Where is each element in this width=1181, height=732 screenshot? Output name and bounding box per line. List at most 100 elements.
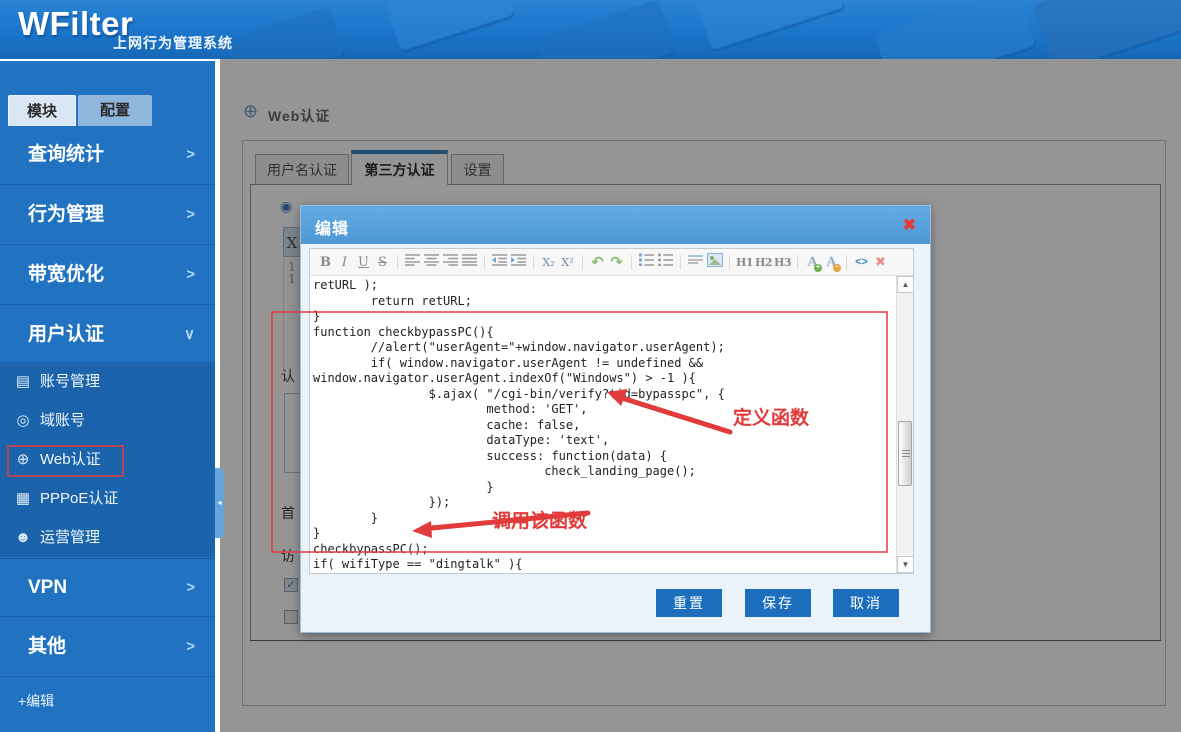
toolbar-separator bbox=[797, 255, 798, 270]
sidebar-item-other[interactable]: 其他 > bbox=[0, 618, 215, 677]
sidebar-item-behavior-mgmt[interactable]: 行为管理 > bbox=[0, 186, 215, 245]
unordered-list-icon[interactable] bbox=[656, 253, 675, 272]
sidebar-edit-link[interactable]: +编辑 bbox=[18, 691, 54, 711]
subscript-icon[interactable]: X₂ bbox=[539, 253, 558, 272]
toolbar-separator bbox=[631, 255, 632, 270]
align-left-icon[interactable] bbox=[403, 253, 422, 272]
chevron-down-icon: ∨ bbox=[184, 306, 195, 364]
remove-format-icon[interactable]: ✖ bbox=[871, 253, 890, 272]
top-banner: WFilter 上网行为管理系统 bbox=[0, 0, 1181, 59]
scrollbar-thumb[interactable] bbox=[898, 421, 912, 486]
align-justify-icon[interactable] bbox=[460, 253, 479, 272]
sidebar-item-account-mgmt[interactable]: ▤ 账号管理 bbox=[0, 362, 215, 401]
keyboard-key-decoration bbox=[225, 6, 345, 59]
scroll-down-icon[interactable]: ▼ bbox=[897, 556, 914, 573]
sidebar-item-domain-account[interactable]: ◎ 域账号 bbox=[0, 401, 215, 440]
sidebar-item-label: 其他 bbox=[28, 636, 66, 657]
plus-badge-icon: + bbox=[814, 264, 822, 272]
toolbar-separator bbox=[484, 255, 485, 270]
sidebar-item-bandwidth[interactable]: 带宽优化 > bbox=[0, 246, 215, 305]
align-center-icon[interactable] bbox=[422, 253, 441, 272]
keyboard-key-decoration bbox=[535, 0, 676, 59]
sidebar-item-vpn[interactable]: VPN > bbox=[0, 558, 215, 617]
close-icon[interactable]: ✖ bbox=[903, 215, 916, 235]
sidebar-item-label: 账号管理 bbox=[40, 373, 100, 390]
sidebar-item-label: 带宽优化 bbox=[28, 264, 104, 285]
scrollbar-grip bbox=[902, 450, 910, 451]
bold-icon[interactable]: B bbox=[316, 253, 335, 272]
italic-icon[interactable]: I bbox=[335, 253, 354, 272]
edit-dialog: 编辑 ✖ B I U S X₂ X² ↶ ↷ bbox=[300, 205, 931, 633]
sidebar-collapse-handle[interactable]: ◂ bbox=[215, 468, 224, 538]
keyboard-key-decoration bbox=[385, 0, 515, 51]
chevron-right-icon: > bbox=[186, 126, 195, 184]
minus-badge-icon: − bbox=[833, 264, 841, 272]
sidebar-submenu: ▤ 账号管理 ◎ 域账号 ⊕ Web认证 ▦ PPPoE认证 ☻ 运营管理 bbox=[0, 362, 215, 557]
align-right-icon[interactable] bbox=[441, 253, 460, 272]
sidebar-tab-config[interactable]: 配置 bbox=[78, 95, 152, 126]
save-button[interactable]: 保存 bbox=[745, 589, 811, 617]
image-icon[interactable] bbox=[705, 253, 724, 272]
sidebar-item-pppoe-auth[interactable]: ▦ PPPoE认证 bbox=[0, 479, 215, 518]
dialog-header[interactable]: 编辑 ✖ bbox=[301, 206, 930, 244]
keyboard-key-decoration bbox=[1033, 0, 1181, 59]
editor-toolbar: B I U S X₂ X² ↶ ↷ bbox=[310, 249, 913, 276]
domain-account-icon: ◎ bbox=[13, 401, 33, 440]
horizontal-rule-icon[interactable] bbox=[686, 253, 705, 272]
sidebar-item-label: 运营管理 bbox=[40, 529, 100, 546]
keyboard-key-decoration bbox=[695, 0, 845, 50]
rich-text-editor: B I U S X₂ X² ↶ ↷ bbox=[309, 248, 914, 574]
reset-button[interactable]: 重置 bbox=[656, 589, 722, 617]
app-subtitle: 上网行为管理系统 bbox=[113, 33, 233, 53]
dialog-title: 编辑 bbox=[315, 215, 349, 239]
code-text: retURL ); return retURL; } function chec… bbox=[310, 276, 896, 573]
sidebar-item-label: PPPoE认证 bbox=[40, 490, 118, 507]
sidebar-tab-module[interactable]: 模块 bbox=[8, 95, 76, 126]
font-shrink-icon[interactable]: A− bbox=[822, 253, 841, 272]
globe-icon: ⊕ bbox=[13, 440, 33, 479]
scroll-up-icon[interactable]: ▲ bbox=[897, 276, 914, 293]
code-icon[interactable]: <> bbox=[852, 253, 871, 272]
toolbar-separator bbox=[582, 255, 583, 270]
chevron-right-icon: > bbox=[186, 186, 195, 244]
outdent-icon[interactable] bbox=[490, 253, 509, 272]
toolbar-separator bbox=[533, 255, 534, 270]
h2-icon[interactable]: H2 bbox=[754, 253, 773, 272]
sidebar-item-user-auth[interactable]: 用户认证 ∨ bbox=[0, 306, 215, 365]
sidebar-item-label: Web认证 bbox=[40, 451, 101, 468]
sidebar-item-label: VPN bbox=[28, 577, 67, 598]
toolbar-separator bbox=[846, 255, 847, 270]
sidebar-item-operations[interactable]: ☻ 运营管理 bbox=[0, 518, 215, 557]
operator-icon: ☻ bbox=[13, 518, 33, 557]
chevron-right-icon: > bbox=[186, 618, 195, 676]
indent-icon[interactable] bbox=[509, 253, 528, 272]
underline-icon[interactable]: U bbox=[354, 253, 373, 272]
vertical-scrollbar[interactable]: ▲ ▼ bbox=[896, 276, 913, 573]
cancel-button[interactable]: 取消 bbox=[833, 589, 899, 617]
sidebar-item-web-auth[interactable]: ⊕ Web认证 bbox=[0, 440, 215, 479]
redo-icon[interactable]: ↷ bbox=[607, 253, 626, 272]
sidebar-item-query-stats[interactable]: 查询统计 > bbox=[0, 126, 215, 185]
code-editor-content[interactable]: retURL ); return retURL; } function chec… bbox=[310, 276, 896, 573]
sidebar: 模块 配置 查询统计 > 行为管理 > 带宽优化 > 用户认证 ∨ ▤ 账号管理… bbox=[0, 59, 220, 732]
toolbar-separator bbox=[729, 255, 730, 270]
superscript-icon[interactable]: X² bbox=[558, 253, 577, 272]
sidebar-item-label: 域账号 bbox=[40, 412, 85, 429]
sidebar-item-label: 查询统计 bbox=[28, 144, 104, 165]
doc-check-icon: ▦ bbox=[13, 479, 33, 518]
chevron-right-icon: > bbox=[186, 246, 195, 304]
toolbar-separator bbox=[680, 255, 681, 270]
screen: WFilter 上网行为管理系统 模块 配置 查询统计 > 行为管理 > 带宽优… bbox=[0, 0, 1181, 732]
h1-icon[interactable]: H1 bbox=[735, 253, 754, 272]
undo-icon[interactable]: ↶ bbox=[588, 253, 607, 272]
sidebar-item-label: 行为管理 bbox=[28, 204, 104, 225]
h3-icon[interactable]: H3 bbox=[773, 253, 792, 272]
toolbar-separator bbox=[397, 255, 398, 270]
ordered-list-icon[interactable] bbox=[637, 253, 656, 272]
font-grow-icon[interactable]: A+ bbox=[803, 253, 822, 272]
sidebar-item-label: 用户认证 bbox=[28, 324, 104, 345]
keyboard-key-decoration bbox=[874, 0, 1035, 59]
chevron-right-icon: > bbox=[186, 559, 195, 617]
id-card-icon: ▤ bbox=[13, 362, 33, 401]
strikethrough-icon[interactable]: S bbox=[373, 253, 392, 272]
